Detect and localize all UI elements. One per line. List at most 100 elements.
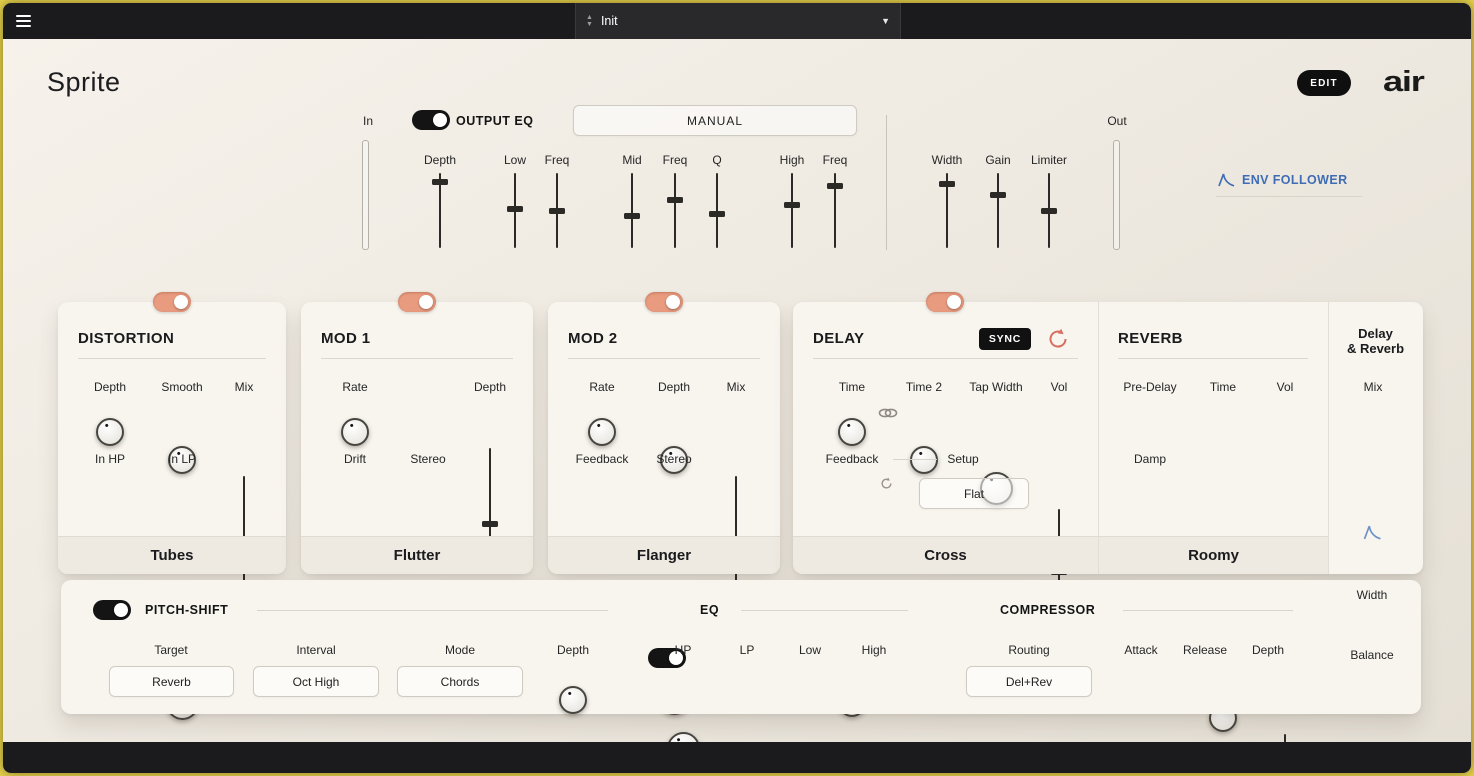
- divider: [813, 358, 1078, 359]
- preset-selector[interactable]: ▲▼ Init ▼: [575, 3, 901, 39]
- smooth-label: Smooth: [152, 380, 212, 394]
- rate-knob[interactable]: [341, 418, 369, 446]
- slider-handle[interactable]: [549, 208, 565, 214]
- mod1-title: MOD 1: [321, 330, 371, 347]
- time-knob[interactable]: [838, 418, 866, 446]
- preset-spinner-icon[interactable]: ▲▼: [586, 14, 593, 28]
- env-follower-label: ENV FOLLOWER: [1242, 173, 1348, 187]
- rate-label: Rate: [325, 380, 385, 394]
- mod1-toggle[interactable]: [398, 292, 436, 312]
- eq-mode-button[interactable]: MANUAL: [573, 105, 857, 136]
- mode-select[interactable]: Chords: [397, 666, 523, 697]
- depth-label: Depth: [1238, 643, 1298, 657]
- distortion-toggle[interactable]: [153, 292, 191, 312]
- slider-handle[interactable]: [667, 197, 683, 203]
- out-label: Out: [1099, 114, 1135, 128]
- eq-q-slider[interactable]: [709, 173, 725, 248]
- delay-preset[interactable]: Cross: [793, 536, 1098, 574]
- damp-label: Damp: [1120, 452, 1180, 466]
- eq-mid-freq-slider[interactable]: [667, 173, 683, 248]
- routing-select[interactable]: Del+Rev: [966, 666, 1092, 697]
- env-follower-button[interactable]: ENV FOLLOWER: [1218, 172, 1348, 187]
- mod2-module: MOD 2 Rate Depth Mix Feedback Stereo Fla…: [548, 302, 780, 574]
- time-link-icon[interactable]: [878, 408, 898, 418]
- vol-label: Vol: [1255, 380, 1315, 394]
- target-label: Target: [136, 643, 206, 657]
- mod2-toggle[interactable]: [645, 292, 683, 312]
- slider-handle[interactable]: [827, 183, 843, 189]
- target-select[interactable]: Reverb: [109, 666, 234, 697]
- slider-label: Freq: [805, 153, 865, 167]
- slider-handle[interactable]: [624, 213, 640, 219]
- slider-handle[interactable]: [990, 192, 1006, 198]
- divider: [1098, 302, 1099, 574]
- slider-handle[interactable]: [939, 181, 955, 187]
- feedback-label: Feedback: [817, 452, 887, 466]
- feedback-mode-icon[interactable]: [879, 476, 894, 491]
- page-title: Sprite: [47, 67, 121, 98]
- reverb-preset[interactable]: Roomy: [1099, 536, 1328, 574]
- gain-slider[interactable]: [990, 173, 1006, 248]
- delay-reverb-module: DELAY SYNC Time Time 2 Tap Width Vol Fee…: [793, 302, 1423, 574]
- eq-q-control: Q: [687, 153, 747, 248]
- eq-depth-slider[interactable]: [432, 173, 448, 248]
- interval-select[interactable]: Oct High: [253, 666, 379, 697]
- depth-knob[interactable]: [96, 418, 124, 446]
- slider-handle[interactable]: [1041, 208, 1057, 214]
- eq-high-freq-slider[interactable]: [827, 173, 843, 248]
- edit-button[interactable]: EDIT: [1297, 70, 1351, 96]
- pitch-shift-toggle[interactable]: [93, 600, 131, 620]
- output-level-meter: [1113, 140, 1120, 250]
- main-panel: Sprite EDIT air In OUTPUT EQ MANUAL Out …: [3, 39, 1471, 742]
- slider-label: Q: [687, 153, 747, 167]
- mod2-preset[interactable]: Flanger: [548, 536, 780, 574]
- preset-name: Init: [601, 14, 881, 28]
- slider-handle[interactable]: [432, 179, 448, 185]
- divider: [1216, 196, 1362, 197]
- eq-low-slider[interactable]: [507, 173, 523, 248]
- drift-label: Drift: [325, 452, 385, 466]
- limiter-slider[interactable]: [1041, 173, 1057, 248]
- sync-badge[interactable]: SYNC: [979, 328, 1031, 350]
- tap-width-label: Tap Width: [961, 380, 1031, 394]
- slider-label: Depth: [410, 153, 470, 167]
- width-slider[interactable]: [939, 173, 955, 248]
- pitch-shift-title: PITCH-SHIFT: [145, 603, 228, 617]
- rate-knob[interactable]: [588, 418, 616, 446]
- slider-handle[interactable]: [709, 211, 725, 217]
- eq-title: EQ: [700, 603, 719, 617]
- pitch-depth-knob[interactable]: [559, 686, 587, 714]
- mode-label: Mode: [425, 643, 495, 657]
- attack-label: Attack: [1111, 643, 1171, 657]
- distortion-preset[interactable]: Tubes: [58, 536, 286, 574]
- distortion-title: DISTORTION: [78, 330, 174, 347]
- divider: [1118, 358, 1308, 359]
- slider-label: Limiter: [1019, 153, 1079, 167]
- eq-low-freq-slider[interactable]: [549, 173, 565, 248]
- divider: [568, 358, 760, 359]
- preset-dropdown-caret-icon[interactable]: ▼: [881, 16, 890, 26]
- high-label: High: [844, 643, 904, 657]
- retrigger-loop-icon[interactable]: [1045, 326, 1071, 352]
- menu-icon[interactable]: [16, 12, 32, 30]
- in-label: In: [350, 114, 386, 128]
- divider: [321, 358, 513, 359]
- delay-title: DELAY: [813, 330, 864, 347]
- slider-handle[interactable]: [784, 202, 800, 208]
- mix-label: Mix: [214, 380, 274, 394]
- vol-label: Vol: [1029, 380, 1089, 394]
- wet-env-icon[interactable]: [1363, 524, 1382, 540]
- plugin-window: ▲▼ Init ▼ Sprite EDIT air In OUTPUT EQ M…: [3, 3, 1471, 773]
- eq-high-slider[interactable]: [784, 173, 800, 248]
- mod1-preset[interactable]: Flutter: [301, 536, 533, 574]
- slider-handle[interactable]: [482, 521, 498, 527]
- delay-setup-button[interactable]: Flat: [919, 478, 1029, 509]
- depth-label: Depth: [644, 380, 704, 394]
- in-hp-label: In HP: [80, 452, 140, 466]
- pre-delay-label: Pre-Delay: [1115, 380, 1185, 394]
- slider-handle[interactable]: [507, 206, 523, 212]
- output-eq-toggle[interactable]: [412, 110, 450, 130]
- output-eq-title: OUTPUT EQ: [456, 114, 533, 128]
- delay-toggle[interactable]: [926, 292, 964, 312]
- eq-mid-slider[interactable]: [624, 173, 640, 248]
